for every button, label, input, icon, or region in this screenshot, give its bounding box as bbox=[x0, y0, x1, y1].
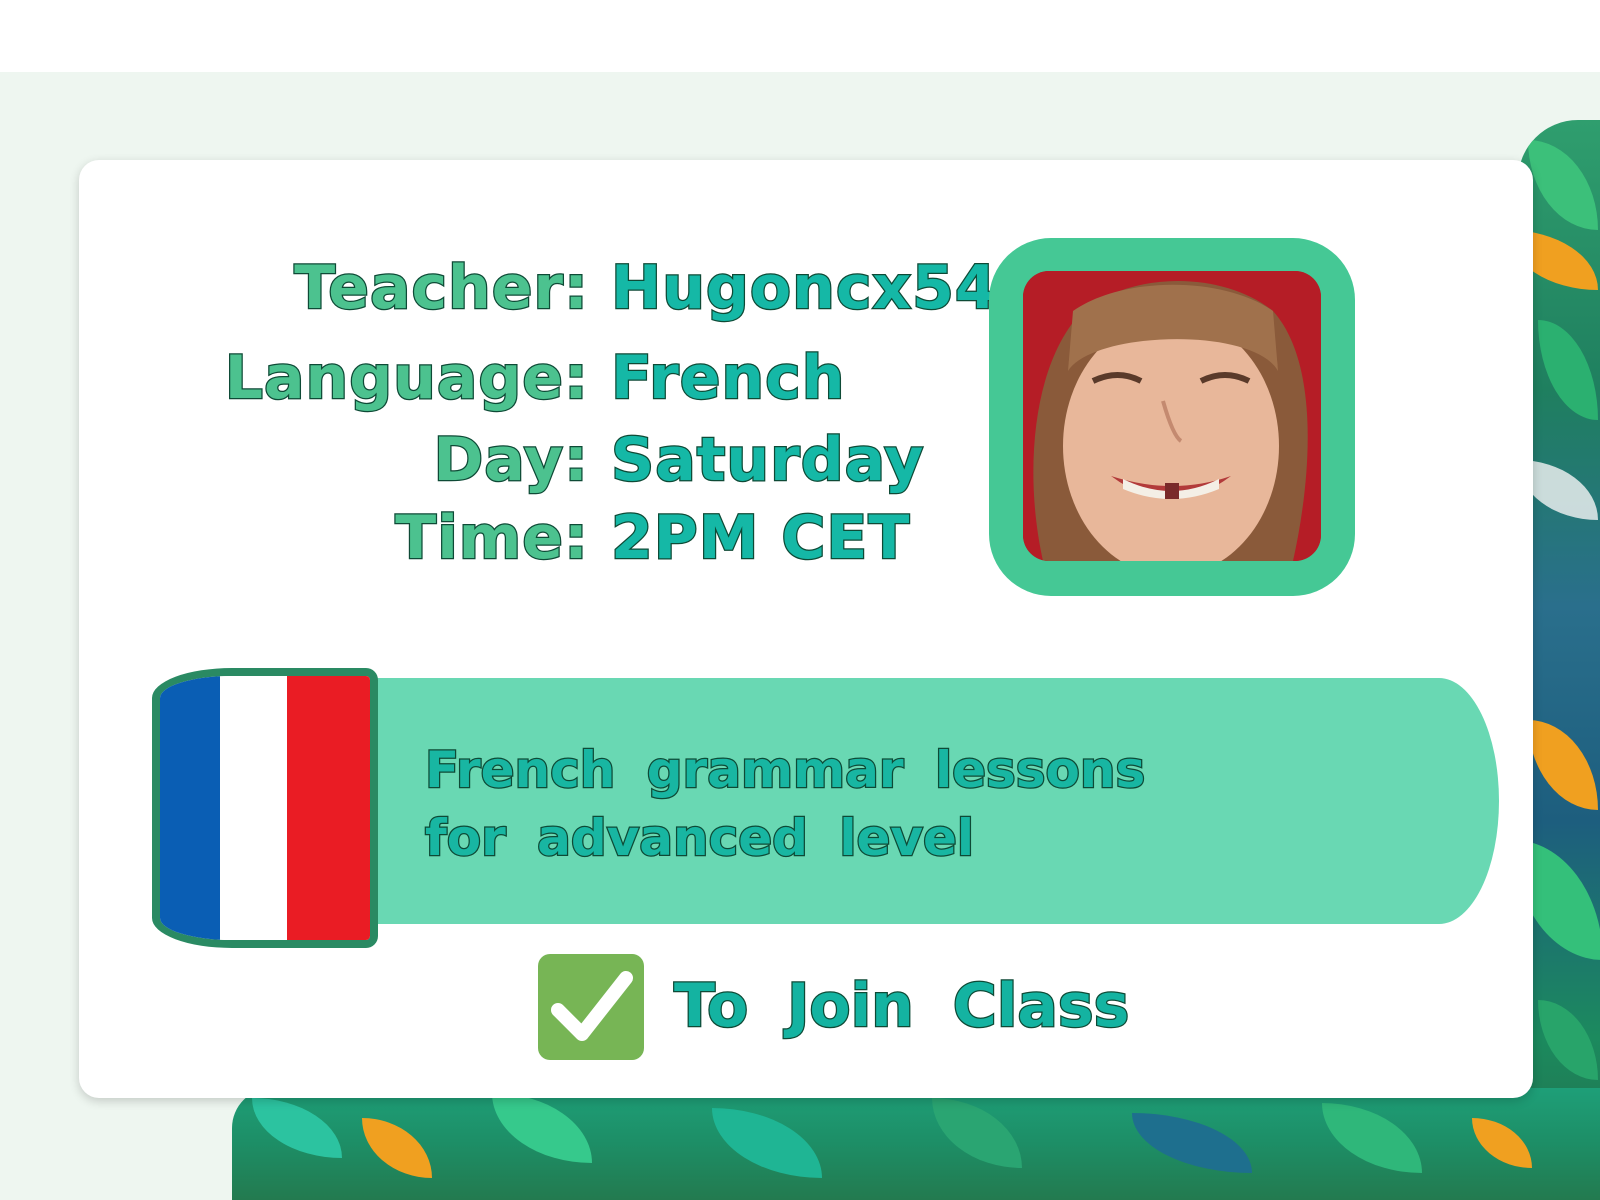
class-card: Teacher: Hugoncx54 Language: French Day:… bbox=[79, 160, 1533, 1098]
flag-blue-stripe bbox=[160, 676, 220, 940]
flag-red-stripe bbox=[287, 676, 370, 940]
check-icon[interactable] bbox=[538, 954, 644, 1060]
language-label: Language: bbox=[224, 343, 590, 413]
time-row: Time: 2PM CET bbox=[79, 503, 979, 578]
day-value: Saturday bbox=[610, 425, 925, 495]
day-row: Day: Saturday bbox=[79, 425, 979, 500]
description-line-2: for advanced level bbox=[424, 808, 976, 869]
jungle-decoration-bottom bbox=[232, 1088, 1600, 1200]
france-flag-icon bbox=[152, 668, 378, 948]
description-text: French grammar lessons for advanced leve… bbox=[424, 736, 1147, 872]
time-label: Time: bbox=[394, 503, 589, 573]
teacher-photo bbox=[1023, 271, 1321, 561]
teacher-value: Hugoncx54 bbox=[610, 253, 998, 323]
day-label: Day: bbox=[432, 425, 589, 495]
flag-white-stripe bbox=[220, 676, 287, 940]
join-class-label[interactable]: To Join Class bbox=[673, 975, 1131, 1038]
language-value: French bbox=[610, 343, 846, 413]
teacher-photo-frame bbox=[989, 238, 1355, 596]
language-row: Language: French bbox=[79, 343, 979, 418]
teacher-label: Teacher: bbox=[293, 253, 589, 323]
description-line-1: French grammar lessons bbox=[424, 740, 1147, 801]
time-value: 2PM CET bbox=[610, 503, 911, 573]
teacher-row: Teacher: Hugoncx54 bbox=[79, 253, 998, 328]
teacher-photo-illustration bbox=[1023, 271, 1321, 561]
